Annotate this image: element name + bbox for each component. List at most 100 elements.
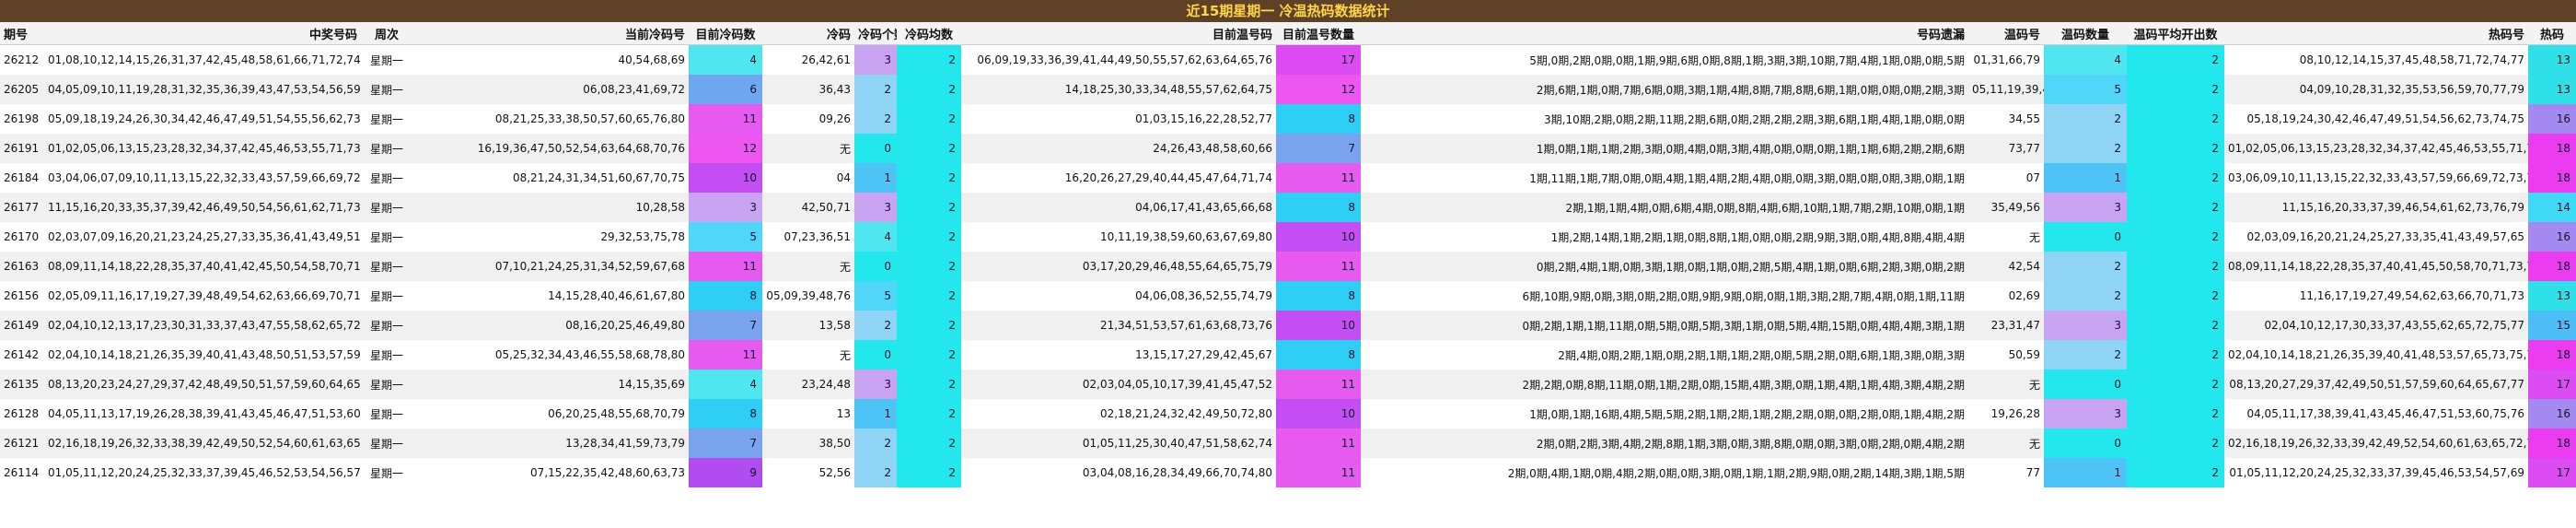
cell-cold-count: 6 — [689, 75, 762, 104]
cell-warm-numbers: 03,17,20,29,46,48,55,64,65,75,79 — [961, 252, 1276, 281]
cell-win-numbers: 08,09,11,14,18,22,28,35,37,40,41,42,45,5… — [44, 252, 361, 281]
table-row[interactable]: 26156 02,05,09,11,16,17,19,27,39,48,49,54… — [0, 281, 2576, 311]
table-row[interactable]: 26198 05,09,18,19,24,26,30,34,42,46,47,49… — [0, 104, 2576, 134]
cell-cold-numbers: 13,28,34,41,59,73,79 — [412, 428, 689, 458]
cell-qihao: 26149 — [0, 311, 44, 340]
cell-cold-avg: 2 — [897, 281, 961, 311]
cell-cold-count: 3 — [689, 193, 762, 222]
col-header-cold-nums[interactable]: 当前冷码号 — [412, 22, 689, 45]
cell-cold: 05,09,39,48,76 — [762, 281, 854, 311]
cell-win-numbers: 04,05,09,10,11,19,28,31,32,35,36,39,43,4… — [44, 75, 361, 104]
cell-warm-cnt: 0 — [2044, 222, 2127, 252]
col-header-miss[interactable]: 号码遗漏 — [1361, 22, 1968, 45]
table-row[interactable]: 26142 02,04,10,14,18,21,26,35,39,40,41,43… — [0, 340, 2576, 370]
cell-hot-numbers: 02,04,10,12,17,30,33,37,43,55,62,65,72,7… — [2224, 311, 2528, 340]
cell-cold: 09,26 — [762, 104, 854, 134]
cell-warm: 19,26,28 — [1968, 399, 2044, 428]
cell-cold-avg: 2 — [897, 458, 961, 487]
col-header-week[interactable]: 周次 — [361, 22, 412, 45]
col-header-hot-nums[interactable]: 热码号 — [2224, 22, 2528, 45]
cell-hot: 16 — [2528, 222, 2576, 252]
col-header-warm-nums[interactable]: 目前温号码 — [961, 22, 1276, 45]
cell-win-numbers: 02,04,10,12,13,17,23,30,31,33,37,43,47,5… — [44, 311, 361, 340]
cell-cold-cnt: 2 — [854, 428, 897, 458]
cell-warm: 无 — [1968, 370, 2044, 399]
col-header-cold-avg[interactable]: 冷码均数 — [897, 22, 961, 45]
table-row[interactable]: 26121 02,16,18,19,26,32,33,38,39,42,49,50… — [0, 428, 2576, 458]
col-header-warm-count[interactable]: 目前温号数量 — [1276, 22, 1361, 45]
cell-hot: 17 — [2528, 458, 2576, 487]
cell-week: 星期一 — [361, 163, 412, 193]
cell-miss: 2期,0期,4期,1期,0期,4期,2期,0期,0期,3期,0期,1期,1期,2… — [1361, 458, 1968, 487]
cell-hot-numbers: 01,05,11,12,20,24,25,32,33,37,39,45,46,5… — [2224, 458, 2528, 487]
col-header-warm-avg[interactable]: 温码平均开出数 — [2127, 22, 2224, 45]
cell-cold-cnt: 3 — [854, 193, 897, 222]
cell-hot: 18 — [2528, 340, 2576, 370]
table-row[interactable]: 26135 08,13,20,23,24,27,29,37,42,48,49,50… — [0, 370, 2576, 399]
cell-warm-count: 11 — [1276, 458, 1361, 487]
cell-cold: 无 — [762, 134, 854, 163]
cell-hot-numbers: 04,09,10,28,31,32,35,53,56,59,70,77,79 — [2224, 75, 2528, 104]
cell-cold: 36,43 — [762, 75, 854, 104]
table-row[interactable]: 26191 01,02,05,06,13,15,23,28,32,34,37,42… — [0, 134, 2576, 163]
cell-week: 星期一 — [361, 399, 412, 428]
stats-table: 期号 中奖号码 周次 当前冷码号 目前冷码数 冷码 冷码个数 冷码均数 目前温号… — [0, 22, 2576, 487]
col-header-warm[interactable]: 温码号 — [1968, 22, 2044, 45]
cell-warm-numbers: 13,15,17,27,29,42,45,67 — [961, 340, 1276, 370]
cell-cold: 13 — [762, 399, 854, 428]
table-row[interactable]: 26184 03,04,06,07,09,10,11,13,15,22,32,33… — [0, 163, 2576, 193]
cell-warm: 77 — [1968, 458, 2044, 487]
cell-qihao: 26128 — [0, 399, 44, 428]
table-row[interactable]: 26128 04,05,11,13,17,19,26,28,38,39,41,43… — [0, 399, 2576, 428]
col-header-win[interactable]: 中奖号码 — [44, 22, 361, 45]
cell-hot-numbers: 08,09,11,14,18,22,28,35,37,40,41,45,50,5… — [2224, 252, 2528, 281]
cell-cold-avg: 2 — [897, 134, 961, 163]
cell-win-numbers: 03,04,06,07,09,10,11,13,15,22,32,33,43,5… — [44, 163, 361, 193]
cell-cold-cnt: 5 — [854, 281, 897, 311]
col-header-cold-cnt[interactable]: 冷码个数 — [854, 22, 897, 45]
cell-warm-cnt: 2 — [2044, 134, 2127, 163]
cell-cold: 42,50,71 — [762, 193, 854, 222]
col-header-cold-count[interactable]: 目前冷码数 — [689, 22, 762, 45]
cell-warm-avg: 2 — [2127, 340, 2224, 370]
cell-warm-avg: 2 — [2127, 193, 2224, 222]
cell-warm-avg: 2 — [2127, 428, 2224, 458]
cell-warm: 73,77 — [1968, 134, 2044, 163]
cell-cold-cnt: 2 — [854, 75, 897, 104]
cell-warm-count: 11 — [1276, 163, 1361, 193]
cell-hot: 18 — [2528, 134, 2576, 163]
cell-hot: 16 — [2528, 399, 2576, 428]
cell-cold: 13,58 — [762, 311, 854, 340]
col-header-cold[interactable]: 冷码 — [762, 22, 854, 45]
col-header-warm-cnt[interactable]: 温码数量 — [2044, 22, 2127, 45]
table-row[interactable]: 26170 02,03,07,09,16,20,21,23,24,25,27,33… — [0, 222, 2576, 252]
col-header-qihao[interactable]: 期号 — [0, 22, 44, 45]
table-row[interactable]: 26163 08,09,11,14,18,22,28,35,37,40,41,42… — [0, 252, 2576, 281]
cell-hot-numbers: 11,15,16,20,33,37,39,46,54,61,62,73,76,7… — [2224, 193, 2528, 222]
cell-cold-cnt: 3 — [854, 44, 897, 75]
cell-warm-cnt: 4 — [2044, 44, 2127, 75]
cell-cold-count: 4 — [689, 44, 762, 75]
cell-win-numbers: 01,08,10,12,14,15,26,31,37,42,45,48,58,6… — [44, 44, 361, 75]
cell-warm-numbers: 03,04,08,16,28,34,49,66,70,74,80 — [961, 458, 1276, 487]
cell-miss: 5期,0期,2期,0期,0期,1期,9期,6期,0期,8期,1期,3期,3期,1… — [1361, 44, 1968, 75]
cell-miss: 2期,2期,0期,8期,11期,0期,1期,2期,0期,15期,4期,3期,0期… — [1361, 370, 1968, 399]
cell-warm-numbers: 16,20,26,27,29,40,44,45,47,64,71,74 — [961, 163, 1276, 193]
table-row[interactable]: 26149 02,04,10,12,13,17,23,30,31,33,37,43… — [0, 311, 2576, 340]
cell-warm: 23,31,47 — [1968, 311, 2044, 340]
cell-hot: 15 — [2528, 311, 2576, 340]
cell-cold-numbers: 06,20,25,48,55,68,70,79 — [412, 399, 689, 428]
table-row[interactable]: 26114 01,05,11,12,20,24,25,32,33,37,39,45… — [0, 458, 2576, 487]
table-row[interactable]: 26212 01,08,10,12,14,15,26,31,37,42,45,48… — [0, 44, 2576, 75]
cell-cold-numbers: 05,25,32,34,43,46,55,58,68,78,80 — [412, 340, 689, 370]
col-header-hot[interactable]: 热码 — [2528, 22, 2576, 45]
cell-hot: 13 — [2528, 44, 2576, 75]
cell-miss: 3期,10期,2期,0期,2期,11期,2期,6期,0期,2期,2期,2期,3期… — [1361, 104, 1968, 134]
cell-warm-numbers: 01,03,15,16,22,28,52,77 — [961, 104, 1276, 134]
table-row[interactable]: 26177 11,15,16,20,33,35,37,39,42,46,49,50… — [0, 193, 2576, 222]
table-row[interactable]: 26205 04,05,09,10,11,19,28,31,32,35,36,39… — [0, 75, 2576, 104]
cell-cold-cnt: 0 — [854, 252, 897, 281]
cell-cold-count: 12 — [689, 134, 762, 163]
table-body: 2 6 2 12 01,08,10,12,14,15,26,31,37,42,45,48… — [0, 44, 2576, 487]
cell-week: 星期一 — [361, 75, 412, 104]
